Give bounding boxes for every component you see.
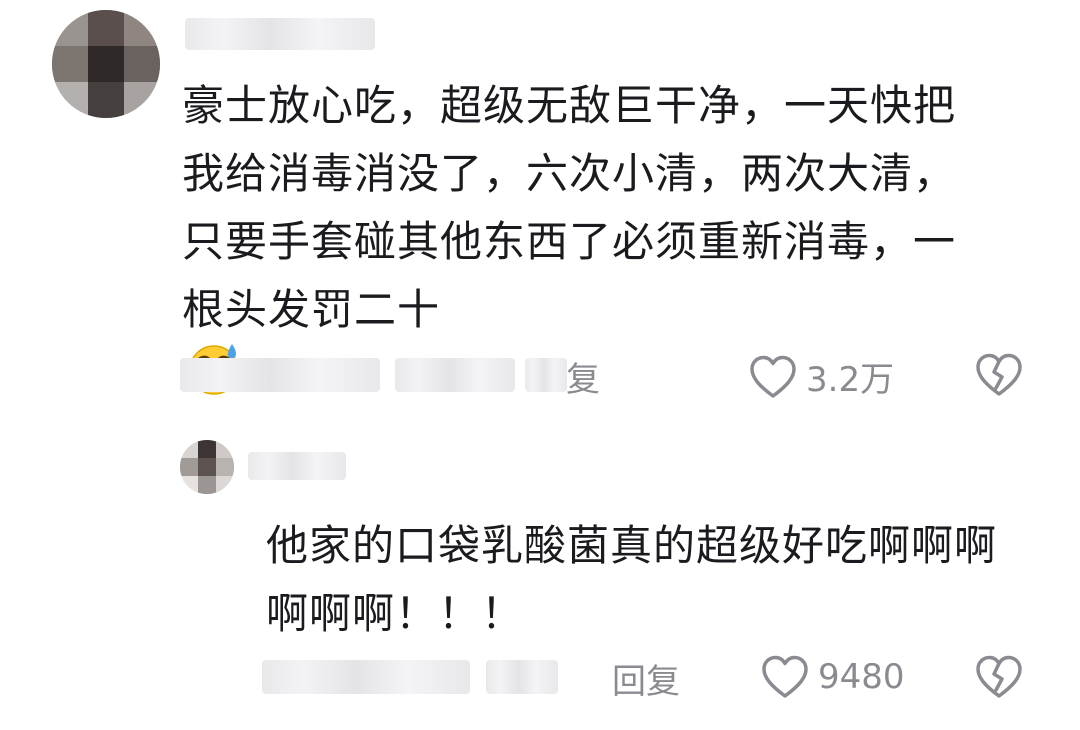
heart-outline-icon bbox=[760, 654, 810, 700]
comment-line: 他家的口袋乳酸菌真的超级好吃啊啊啊 bbox=[266, 521, 998, 570]
like-count: 9480 bbox=[818, 657, 905, 697]
avatar[interactable] bbox=[180, 440, 234, 494]
avatar[interactable] bbox=[52, 10, 160, 118]
reply-body: 他家的口袋乳酸菌真的超级好吃啊啊啊 啊啊啊！！！ bbox=[266, 512, 997, 648]
like-button[interactable]: 9480 bbox=[760, 654, 905, 700]
broken-heart-icon bbox=[974, 353, 1024, 402]
comment-line: 根头发罚二十 bbox=[182, 285, 441, 334]
like-count: 3.2万 bbox=[806, 360, 895, 400]
comment-line: 只要手套碰其他东西了必须重新消毒，一 bbox=[182, 217, 957, 266]
dislike-button[interactable] bbox=[974, 654, 1024, 704]
broken-heart-icon bbox=[974, 655, 1024, 704]
username-redacted[interactable] bbox=[185, 18, 375, 50]
username-redacted[interactable] bbox=[248, 452, 346, 480]
reply-button-partial-redaction bbox=[525, 358, 567, 392]
reply-button[interactable]: 复 bbox=[566, 352, 600, 401]
location-redacted bbox=[486, 660, 558, 694]
timestamp-redacted bbox=[180, 358, 380, 392]
comment-thread: 豪士放心吃，超级无敌巨干净，一天快把 我给消毒消没了，六次小清，两次大清， 只要… bbox=[0, 0, 1080, 730]
comment-line: 我给消毒消没了，六次小清，两次大清， bbox=[182, 149, 957, 198]
timestamp-redacted bbox=[262, 660, 470, 694]
comment-line: 豪士放心吃，超级无敌巨干净，一天快把 bbox=[182, 81, 957, 130]
dislike-button[interactable] bbox=[974, 352, 1024, 402]
comment-line: 啊啊啊！！！ bbox=[266, 589, 525, 638]
location-redacted bbox=[395, 358, 515, 392]
reply-button[interactable]: 回复 bbox=[612, 654, 680, 703]
like-button[interactable]: 3.2万 bbox=[748, 352, 894, 401]
heart-outline-icon bbox=[748, 354, 798, 400]
